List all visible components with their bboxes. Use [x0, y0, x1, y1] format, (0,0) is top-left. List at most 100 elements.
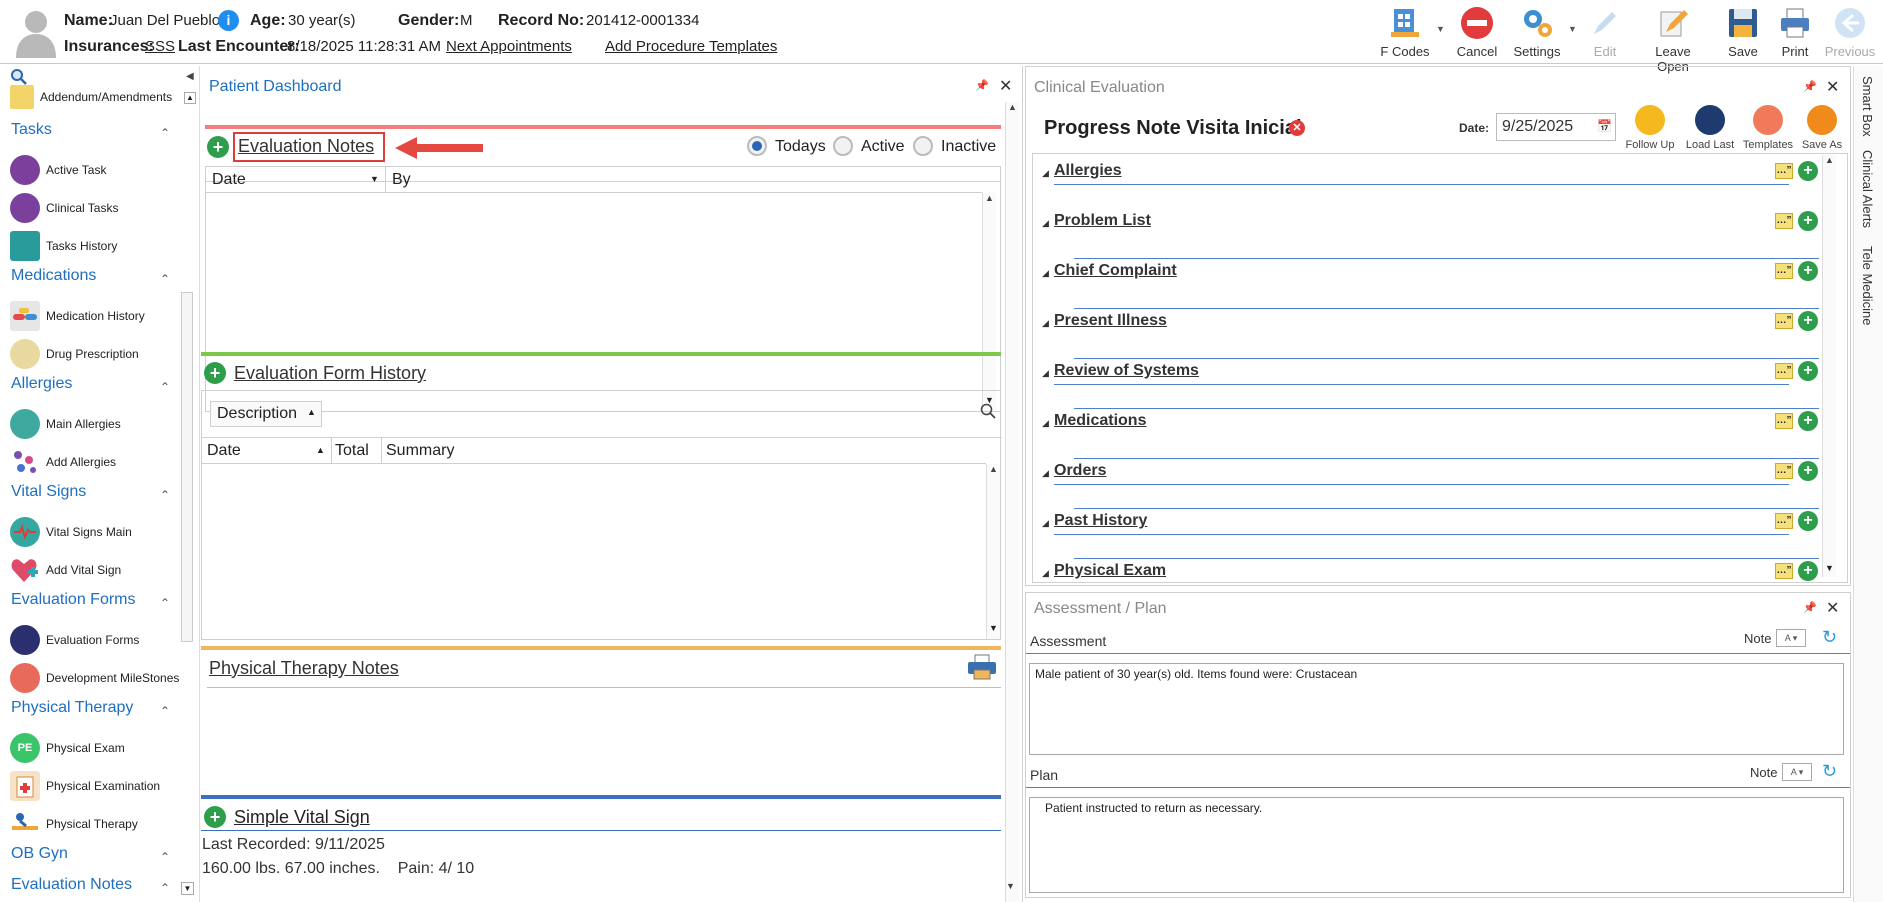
next-appointments-link[interactable]: Next Appointments: [446, 38, 572, 55]
close-icon[interactable]: ✕: [1826, 77, 1839, 97]
section-physical-exam[interactable]: ◢ Physical Exam …” +: [1038, 560, 1828, 582]
column-header-by[interactable]: By: [386, 167, 982, 193]
dashboard-scroll-down[interactable]: ▼: [1006, 881, 1015, 891]
chevron-up-icon[interactable]: ⌃: [160, 850, 170, 864]
section-past-history[interactable]: ◢ Past History …” +: [1038, 510, 1828, 559]
sidebar-item-active-task[interactable]: Active Task: [10, 152, 180, 188]
sidebar-item-evaluation-forms[interactable]: Evaluation Forms: [10, 622, 180, 658]
refresh-icon[interactable]: ↻: [1822, 627, 1837, 648]
evaluation-notes-title[interactable]: Evaluation Notes: [238, 136, 374, 157]
assessment-textarea[interactable]: Male patient of 30 year(s) old. Items fo…: [1029, 663, 1844, 755]
settings-button[interactable]: Settings: [1508, 4, 1566, 60]
tab-clinical-alerts[interactable]: Clinical Alerts: [1860, 150, 1875, 228]
section-present-illness[interactable]: ◢ Present Illness …” +: [1038, 310, 1828, 359]
add-section-item-button[interactable]: +: [1798, 161, 1818, 181]
quote-note-icon[interactable]: …”: [1775, 263, 1793, 279]
section-problem-list[interactable]: ◢ Problem List …” +: [1038, 210, 1828, 259]
quote-note-icon[interactable]: …”: [1775, 213, 1793, 229]
pt-notes-title[interactable]: Physical Therapy Notes: [209, 658, 399, 679]
expand-triangle-icon[interactable]: ◢: [1042, 468, 1049, 479]
section-medications[interactable]: Medications: [11, 267, 96, 285]
calendar-icon[interactable]: 📅: [1597, 119, 1612, 133]
section-allergies[interactable]: ◢ Allergies …” +: [1038, 160, 1828, 200]
save-as-button[interactable]: Save As: [1796, 105, 1848, 151]
chevron-up-icon[interactable]: ⌃: [160, 881, 170, 895]
load-last-button[interactable]: Load Last: [1682, 105, 1738, 151]
print-button[interactable]: Print: [1767, 4, 1823, 60]
plan-textarea[interactable]: Patient instructed to return as necessar…: [1029, 797, 1844, 893]
quote-note-icon[interactable]: …”: [1775, 513, 1793, 529]
expand-triangle-icon[interactable]: ◢: [1042, 218, 1049, 229]
sidebar-scroll-down[interactable]: ▼: [181, 882, 194, 895]
add-vital-button[interactable]: +: [204, 806, 226, 828]
cancel-button[interactable]: Cancel: [1449, 4, 1505, 60]
section-label[interactable]: Present Illness: [1054, 312, 1167, 330]
section-label[interactable]: Review of Systems: [1054, 362, 1199, 380]
chevron-up-icon[interactable]: ⌃: [160, 126, 170, 140]
expand-triangle-icon[interactable]: ◢: [1042, 318, 1049, 329]
add-section-item-button[interactable]: +: [1798, 311, 1818, 331]
add-procedure-templates-link[interactable]: Add Procedure Templates: [605, 38, 777, 55]
add-form-history-button[interactable]: +: [204, 362, 226, 384]
expand-triangle-icon[interactable]: ◢: [1042, 368, 1049, 379]
sidebar-item-development-milestones[interactable]: Development MileStones: [10, 660, 180, 696]
section-label[interactable]: Medications: [1054, 412, 1146, 430]
pin-icon[interactable]: 📌: [975, 79, 989, 92]
close-icon[interactable]: ✕: [1826, 598, 1839, 618]
section-label[interactable]: Past History: [1054, 512, 1147, 530]
section-vital-signs[interactable]: Vital Signs: [11, 483, 86, 501]
form-history-scrollbar[interactable]: ▲: [986, 464, 1000, 639]
sidebar-item-tasks-history[interactable]: Tasks History: [10, 228, 180, 264]
leave-open-button[interactable]: Leave Open: [1640, 4, 1706, 74]
close-icon[interactable]: ✕: [999, 76, 1012, 96]
edit-button[interactable]: Edit: [1577, 4, 1633, 60]
scroll-down-icon[interactable]: ▼: [989, 623, 998, 633]
quote-note-icon[interactable]: …”: [1775, 413, 1793, 429]
add-section-item-button[interactable]: +: [1798, 411, 1818, 431]
tab-smart-box[interactable]: Smart Box: [1860, 76, 1875, 137]
sidebar-item-addendum[interactable]: Addendum/Amendments: [10, 84, 180, 110]
pin-icon[interactable]: 📌: [1803, 80, 1817, 93]
column-header-date[interactable]: Date ▲: [202, 438, 332, 464]
expand-triangle-icon[interactable]: ◢: [1042, 418, 1049, 429]
chevron-up-icon[interactable]: ⌃: [160, 596, 170, 610]
remove-note-icon[interactable]: ✕: [1289, 120, 1305, 136]
sidebar-item-add-vital-sign[interactable]: Add Vital Sign: [10, 552, 180, 588]
add-section-item-button[interactable]: +: [1798, 461, 1818, 481]
section-label[interactable]: Allergies: [1054, 162, 1122, 180]
sidebar-item-main-allergies[interactable]: Main Allergies: [10, 406, 180, 442]
section-label[interactable]: Orders: [1054, 462, 1106, 480]
radio-inactive[interactable]: [913, 136, 933, 156]
section-ob-gyn[interactable]: OB Gyn: [11, 845, 68, 863]
radio-active[interactable]: [833, 136, 853, 156]
column-header-total[interactable]: Total: [332, 438, 382, 464]
section-review-of-systems[interactable]: ◢ Review of Systems …” +: [1038, 360, 1828, 409]
chevron-up-icon[interactable]: ⌃: [160, 488, 170, 502]
expand-triangle-icon[interactable]: ◢: [1042, 168, 1049, 179]
printer-icon[interactable]: [967, 654, 997, 685]
sidebar-item-vital-signs-main[interactable]: Vital Signs Main: [10, 514, 180, 550]
sidebar-scroll-up[interactable]: ▲: [184, 92, 196, 104]
sidebar-item-add-allergies[interactable]: Add Allergies: [10, 444, 180, 480]
insurance-link[interactable]: SSS: [145, 38, 175, 55]
sidebar-item-physical-therapy[interactable]: Physical Therapy: [10, 806, 180, 842]
quote-note-icon[interactable]: …”: [1775, 463, 1793, 479]
quote-note-icon[interactable]: …”: [1775, 313, 1793, 329]
chevron-up-icon[interactable]: ⌃: [160, 704, 170, 718]
group-by-description[interactable]: Description ▲: [210, 401, 322, 427]
follow-up-button[interactable]: Follow Up: [1622, 105, 1678, 151]
expand-triangle-icon[interactable]: ◢: [1042, 268, 1049, 279]
sidebar-item-drug-prescription[interactable]: Drug Prescription: [10, 336, 180, 372]
sidebar-scrollbar[interactable]: [181, 292, 193, 642]
previous-button[interactable]: Previous: [1822, 4, 1878, 60]
section-label[interactable]: Problem List: [1054, 212, 1151, 230]
pin-icon[interactable]: 📌: [1803, 601, 1817, 614]
add-section-item-button[interactable]: +: [1798, 211, 1818, 231]
chevron-up-icon[interactable]: ⌃: [160, 272, 170, 286]
column-header-summary[interactable]: Summary: [382, 438, 986, 464]
templates-button[interactable]: Templates: [1740, 105, 1796, 151]
evaluation-notes-scrollbar[interactable]: ▲: [982, 193, 996, 411]
chevron-up-icon[interactable]: ⌃: [160, 380, 170, 394]
quote-note-icon[interactable]: …”: [1775, 163, 1793, 179]
vital-title[interactable]: Simple Vital Sign: [234, 807, 370, 828]
